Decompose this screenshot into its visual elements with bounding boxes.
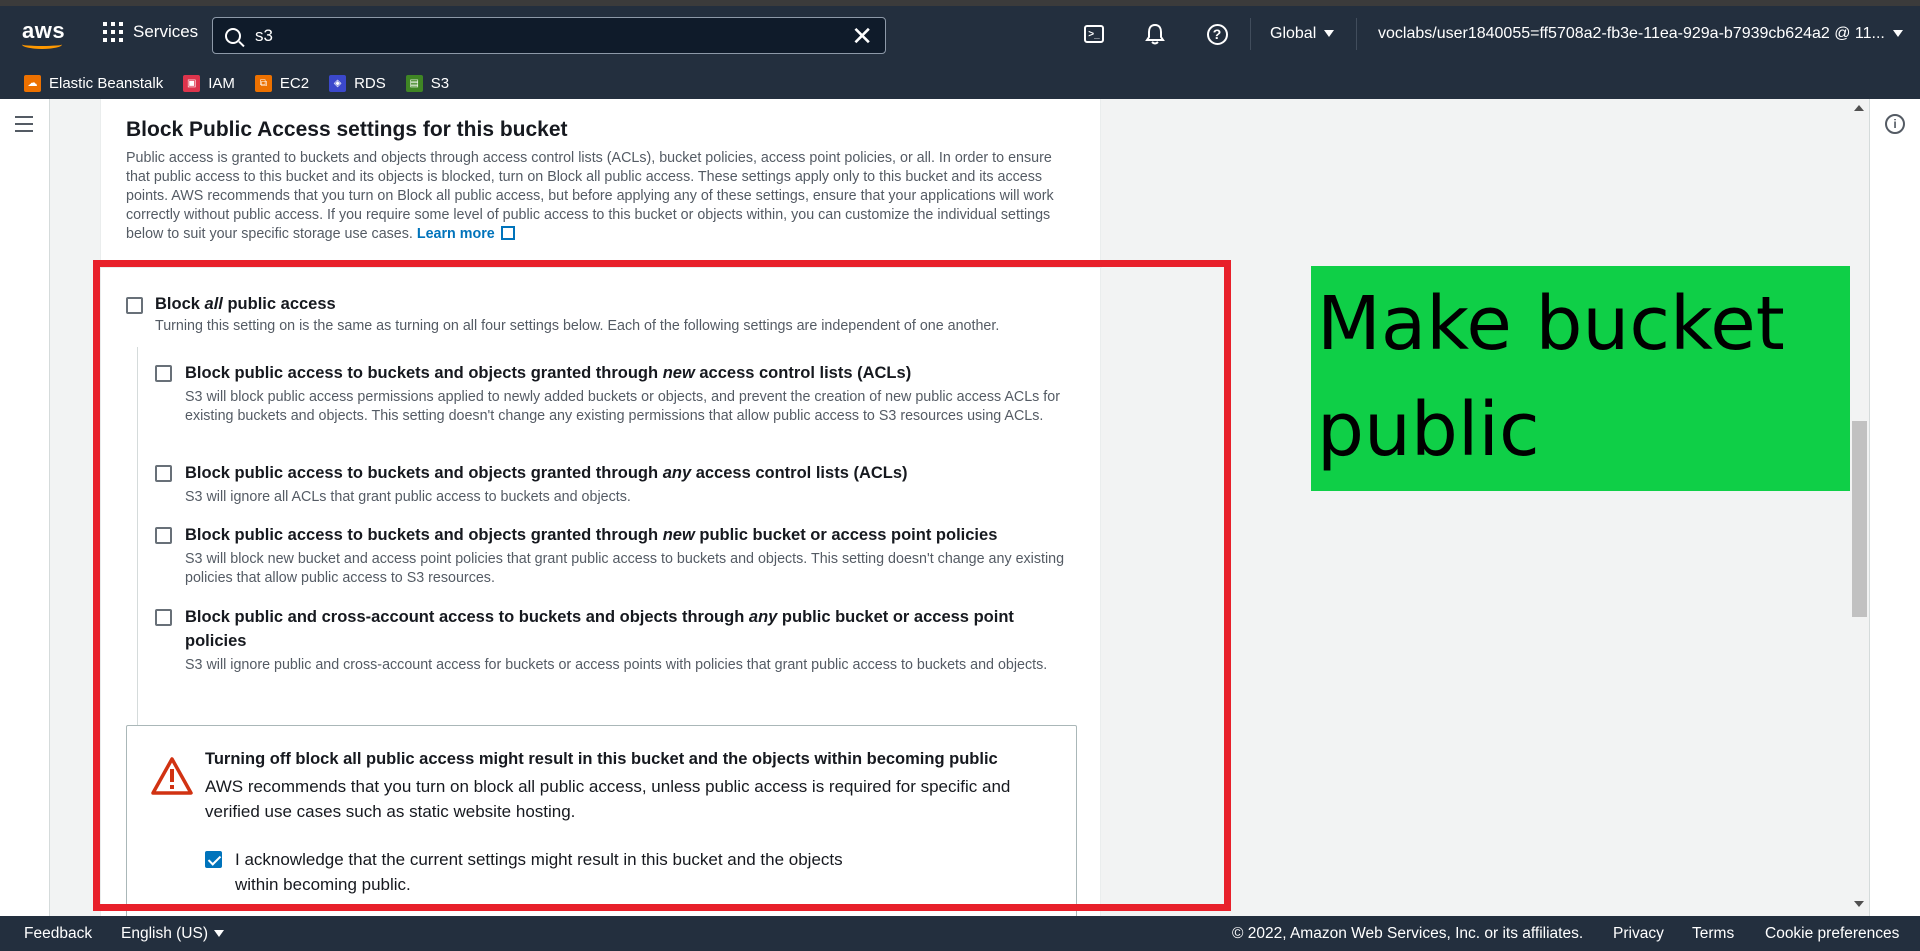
- favorite-label: S3: [430, 75, 450, 92]
- section-description: Public access is granted to buckets and …: [126, 149, 1076, 244]
- option-checkbox[interactable]: [155, 609, 172, 626]
- section-title: Block Public Access settings for this bu…: [126, 118, 568, 141]
- external-link-icon: [500, 226, 515, 240]
- favorite-elastic-beanstalk[interactable]: ☁ Elastic Beanstalk: [24, 75, 163, 92]
- grid-icon: [103, 22, 123, 42]
- option-new-policies: Block public access to buckets and objec…: [155, 523, 1075, 588]
- caret-down-icon: [214, 930, 224, 938]
- services-label: Services: [133, 22, 199, 41]
- favorites-bar: ☁ Elastic Beanstalk ▣ IAM ⧉ EC2 ◈ RDS ▤ …: [0, 68, 1920, 99]
- rds-icon: ◈: [329, 75, 347, 92]
- learn-more-label: Learn more: [416, 226, 495, 242]
- account-label: voclabs/user1840055=ff5708a2-fb3e-11ea-9…: [1378, 25, 1885, 42]
- favorite-s3[interactable]: ▤ S3: [405, 75, 450, 92]
- warning-alert: Turning off block all public access migh…: [126, 725, 1077, 925]
- s3-icon: ▤: [405, 75, 423, 92]
- section-description-text: Public access is granted to buckets and …: [126, 150, 1054, 242]
- help-icon[interactable]: ?: [1205, 22, 1229, 46]
- favorite-label: IAM: [208, 75, 235, 92]
- top-navigation: aws Services ✕ >_ ? Global voclabs/user1…: [0, 0, 1920, 68]
- feedback-link[interactable]: Feedback: [24, 925, 92, 943]
- search-icon: [225, 27, 241, 44]
- account-menu[interactable]: voclabs/user1840055=ff5708a2-fb3e-11ea-9…: [1378, 25, 1903, 43]
- favorite-iam[interactable]: ▣ IAM: [183, 75, 235, 92]
- cloudshell-icon[interactable]: >_: [1082, 22, 1106, 46]
- learn-more-link[interactable]: Learn more: [417, 226, 515, 242]
- acknowledge-label: I acknowledge that the current settings …: [235, 850, 843, 894]
- option-checkbox[interactable]: [155, 465, 172, 482]
- services-menu-button[interactable]: Services: [103, 22, 198, 42]
- nav-divider: [1356, 18, 1357, 50]
- caret-down-icon: [1892, 30, 1903, 38]
- info-icon[interactable]: i: [1885, 114, 1905, 134]
- block-all-checkbox[interactable]: [126, 297, 143, 314]
- region-label: Global: [1270, 25, 1317, 42]
- option-description: S3 will block new bucket and access poin…: [185, 551, 1065, 586]
- acknowledge-checkbox[interactable]: [205, 851, 222, 868]
- option-title: Block public access to buckets and objec…: [185, 526, 998, 544]
- block-all-description: Turning this setting on is the same as t…: [155, 318, 1000, 334]
- privacy-link[interactable]: Privacy: [1613, 925, 1664, 943]
- acknowledge-option: I acknowledge that the current settings …: [205, 847, 845, 897]
- option-checkbox[interactable]: [155, 527, 172, 544]
- copyright-text: © 2022, Amazon Web Services, Inc. or its…: [1232, 925, 1584, 942]
- divider: [101, 267, 1102, 268]
- option-description: S3 will block public access permissions …: [185, 389, 1060, 424]
- option-description: S3 will ignore public and cross-account …: [185, 657, 1048, 673]
- panel-header: Block Public Access settings for this bu…: [126, 118, 1076, 244]
- iam-icon: ▣: [183, 75, 201, 92]
- option-description: S3 will ignore all ACLs that grant publi…: [185, 489, 631, 505]
- footer: Feedback English (US) © 2022, Amazon Web…: [0, 916, 1920, 951]
- option-new-acls: Block public access to buckets and objec…: [155, 361, 1075, 426]
- browser-strip: [0, 0, 1920, 6]
- favorite-label: Elastic Beanstalk: [49, 75, 164, 92]
- region-selector[interactable]: Global: [1270, 25, 1335, 43]
- favorite-label: EC2: [279, 75, 310, 92]
- block-all-public-access-option: Block all public access Turning this set…: [126, 295, 1076, 336]
- aws-logo-smile: [22, 40, 62, 49]
- warning-icon: [151, 757, 193, 795]
- annotation-label: Make bucket public: [1311, 266, 1862, 491]
- language-selector[interactable]: English (US): [121, 925, 224, 943]
- block-public-access-panel: Block Public Access settings for this bu…: [100, 99, 1102, 925]
- bell-icon[interactable]: [1143, 22, 1167, 46]
- favorite-ec2[interactable]: ⧉ EC2: [254, 75, 310, 92]
- search-input[interactable]: [255, 25, 852, 46]
- favorite-rds[interactable]: ◈ RDS: [329, 75, 386, 92]
- beanstalk-icon: ☁: [24, 75, 41, 92]
- scroll-up-arrow-icon[interactable]: [1854, 105, 1864, 111]
- cookie-preferences-link[interactable]: Cookie preferences: [1765, 925, 1899, 943]
- option-title: Block public and cross-account access to…: [185, 608, 1014, 650]
- terms-link[interactable]: Terms: [1692, 925, 1734, 943]
- option-checkbox[interactable]: [155, 365, 172, 382]
- option-any-acls: Block public access to buckets and objec…: [155, 461, 1075, 507]
- side-nav-strip: [0, 99, 50, 916]
- option-title: Block public access to buckets and objec…: [185, 464, 908, 482]
- block-all-title: Block all public access: [155, 295, 336, 313]
- ec2-icon: ⧉: [254, 75, 272, 92]
- hamburger-menu-icon[interactable]: [15, 116, 33, 137]
- nav-divider: [1250, 18, 1251, 50]
- scroll-down-arrow-icon[interactable]: [1854, 901, 1864, 907]
- alert-body: AWS recommends that you turn on block al…: [205, 777, 1011, 821]
- sub-options-line: [137, 347, 138, 727]
- option-any-policies: Block public and cross-account access to…: [155, 605, 1075, 675]
- scrollbar[interactable]: [1850, 99, 1869, 916]
- option-title: Block public access to buckets and objec…: [185, 364, 912, 382]
- language-label: English (US): [121, 925, 208, 942]
- scroll-thumb[interactable]: [1852, 421, 1867, 617]
- favorite-label: RDS: [354, 75, 386, 92]
- tools-panel-strip: i: [1869, 99, 1920, 916]
- clear-icon[interactable]: ✕: [851, 23, 873, 49]
- caret-down-icon: [1324, 30, 1335, 38]
- alert-title: Turning off block all public access migh…: [205, 750, 998, 768]
- search-bar[interactable]: ✕: [212, 17, 886, 54]
